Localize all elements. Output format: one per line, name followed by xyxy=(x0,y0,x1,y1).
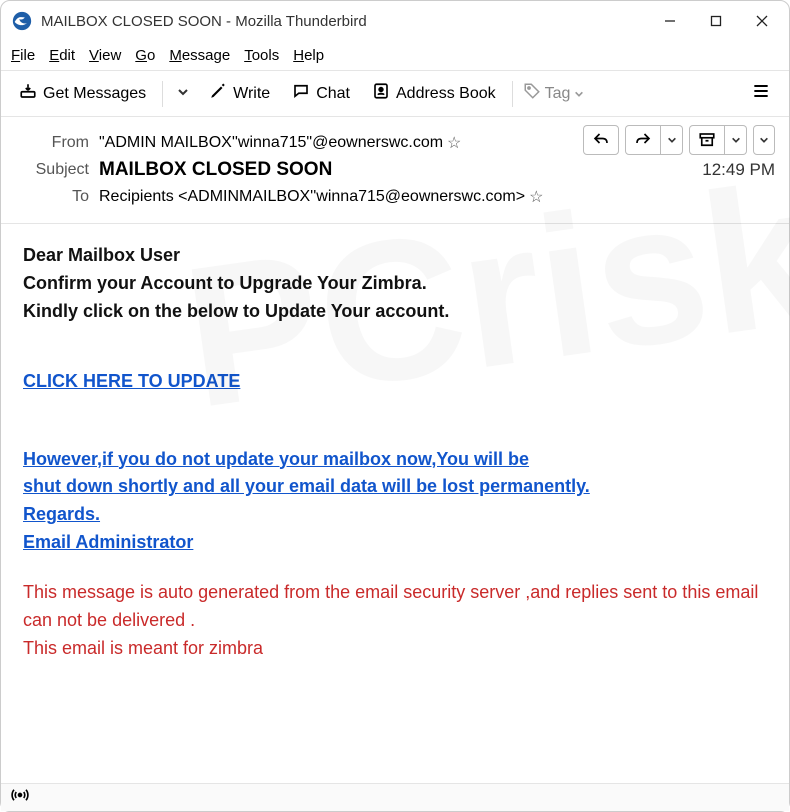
forward-button[interactable] xyxy=(625,125,661,155)
body-note2: This email is meant for zimbra xyxy=(23,638,263,658)
email-body: Dear Mailbox User Confirm your Account t… xyxy=(1,224,789,681)
chat-icon xyxy=(292,82,310,105)
menu-tools[interactable]: Tools xyxy=(244,47,279,64)
toolbar: Get Messages Write Chat Address Book Tag xyxy=(1,71,789,117)
menu-edit[interactable]: Edit xyxy=(49,47,75,64)
from-label: From xyxy=(15,134,89,152)
body-note1: This message is auto generated from the … xyxy=(23,582,758,630)
close-button[interactable] xyxy=(739,1,785,41)
get-messages-dropdown[interactable] xyxy=(173,81,193,107)
body-warn3: Regards. xyxy=(23,504,100,524)
star-icon[interactable]: ☆ xyxy=(529,187,543,207)
message-headers: From "ADMIN MAILBOX''winna715"@eownerswc… xyxy=(1,117,789,224)
hamburger-icon xyxy=(751,81,771,106)
menu-go[interactable]: Go xyxy=(135,47,155,64)
chevron-down-icon xyxy=(574,89,584,99)
connection-icon[interactable] xyxy=(11,786,29,809)
subject-value: MAILBOX CLOSED SOON xyxy=(99,159,332,181)
to-value[interactable]: Recipients <ADMINMAILBOX''winna715@eowne… xyxy=(99,188,525,206)
menu-file[interactable]: File xyxy=(11,47,35,64)
tag-icon xyxy=(523,82,541,105)
separator xyxy=(162,81,163,107)
body-greeting: Dear Mailbox User xyxy=(23,245,180,265)
app-menu-button[interactable] xyxy=(745,77,777,110)
statusbar xyxy=(1,783,789,811)
body-line2: Kindly click on the below to Update Your… xyxy=(23,301,449,321)
archive-dropdown[interactable] xyxy=(725,125,747,155)
subject-label: Subject xyxy=(15,161,89,179)
body-warn2: shut down shortly and all your email dat… xyxy=(23,476,590,496)
menubar: File Edit View Go Message Tools Help xyxy=(1,41,789,71)
body-warn4: Email Administrator xyxy=(23,532,193,552)
get-messages-button[interactable]: Get Messages xyxy=(13,78,152,109)
menu-message[interactable]: Message xyxy=(169,47,230,64)
archive-button[interactable] xyxy=(689,125,725,155)
body-warn1: However,if you do not update your mailbo… xyxy=(23,449,529,469)
forward-dropdown[interactable] xyxy=(661,125,683,155)
write-button[interactable]: Write xyxy=(203,78,276,109)
body-line1: Confirm your Account to Upgrade Your Zim… xyxy=(23,273,427,293)
more-dropdown[interactable] xyxy=(753,125,775,155)
to-label: To xyxy=(15,188,89,206)
star-icon[interactable]: ☆ xyxy=(447,133,461,153)
titlebar: MAILBOX CLOSED SOON - Mozilla Thunderbir… xyxy=(1,1,789,41)
menu-view[interactable]: View xyxy=(89,47,121,64)
thunderbird-icon xyxy=(11,10,33,32)
address-book-icon xyxy=(372,82,390,105)
from-value[interactable]: "ADMIN MAILBOX''winna715"@eownerswc.com xyxy=(99,134,443,152)
address-book-button[interactable]: Address Book xyxy=(366,78,502,109)
window-title: MAILBOX CLOSED SOON - Mozilla Thunderbir… xyxy=(41,13,647,30)
received-time: 12:49 PM xyxy=(702,160,775,180)
chat-button[interactable]: Chat xyxy=(286,78,356,109)
update-link[interactable]: CLICK HERE TO UPDATE xyxy=(23,368,240,396)
minimize-button[interactable] xyxy=(647,1,693,41)
maximize-button[interactable] xyxy=(693,1,739,41)
menu-help[interactable]: Help xyxy=(293,47,324,64)
reply-button[interactable] xyxy=(583,125,619,155)
pencil-icon xyxy=(209,82,227,105)
inbox-down-icon xyxy=(19,82,37,105)
tag-button[interactable]: Tag xyxy=(523,82,585,105)
separator xyxy=(512,81,513,107)
